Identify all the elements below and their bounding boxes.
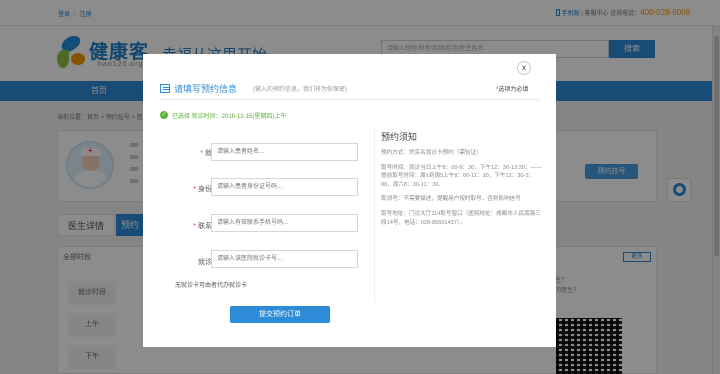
- notice-title: 预约须知: [381, 132, 418, 142]
- notice-pickup-time: 取号时间：就诊当日上午8：00-9：30，下午12：30-13:30；——提前取…: [381, 164, 542, 188]
- notice-cancel: 取消号：不需要描述，提醒用户按时取号，否则影响信号: [381, 196, 521, 203]
- required-note: *选项为必填: [496, 84, 528, 93]
- notice-divider: [374, 126, 375, 302]
- booking-modal: x 请填写预约信息 (输入的预约信息，我们将为你保密) *选项为必填 ✓ 已选择…: [143, 54, 556, 347]
- close-button[interactable]: x: [517, 61, 531, 75]
- notice-address: 取号地址：门诊大厅114取号窗口（医院地址：成都市人民南路三段14号，电话：02…: [381, 210, 541, 226]
- id-number-input[interactable]: [211, 178, 358, 196]
- modal-title: 请填写预约信息: [174, 84, 238, 94]
- header-divider: [159, 99, 539, 100]
- submit-order-button[interactable]: 提交预约订单: [230, 306, 330, 323]
- check-icon: ✓: [160, 111, 168, 119]
- mobile-input[interactable]: [211, 214, 358, 232]
- required-note-text: 选项为必填: [498, 87, 529, 93]
- booking-notice: 预约须知 预约方式：凭实名就诊卡预约（需验证） 取号时间：就诊当日上午8：00-…: [381, 130, 544, 233]
- patient-name-input[interactable]: [211, 143, 358, 161]
- no-card-tip: 无就诊卡可由者代办就诊卡: [175, 283, 248, 289]
- selected-time: 已选择 就诊时间：2016-12-15(星期四)上午: [172, 114, 287, 120]
- notice-method: 预约方式：凭实名就诊卡预约（需验证）: [381, 150, 482, 156]
- card-number-input[interactable]: [211, 250, 358, 268]
- modal-subtitle: (输入的预约信息，我们将为你保密): [253, 87, 347, 93]
- form-icon: [160, 84, 170, 93]
